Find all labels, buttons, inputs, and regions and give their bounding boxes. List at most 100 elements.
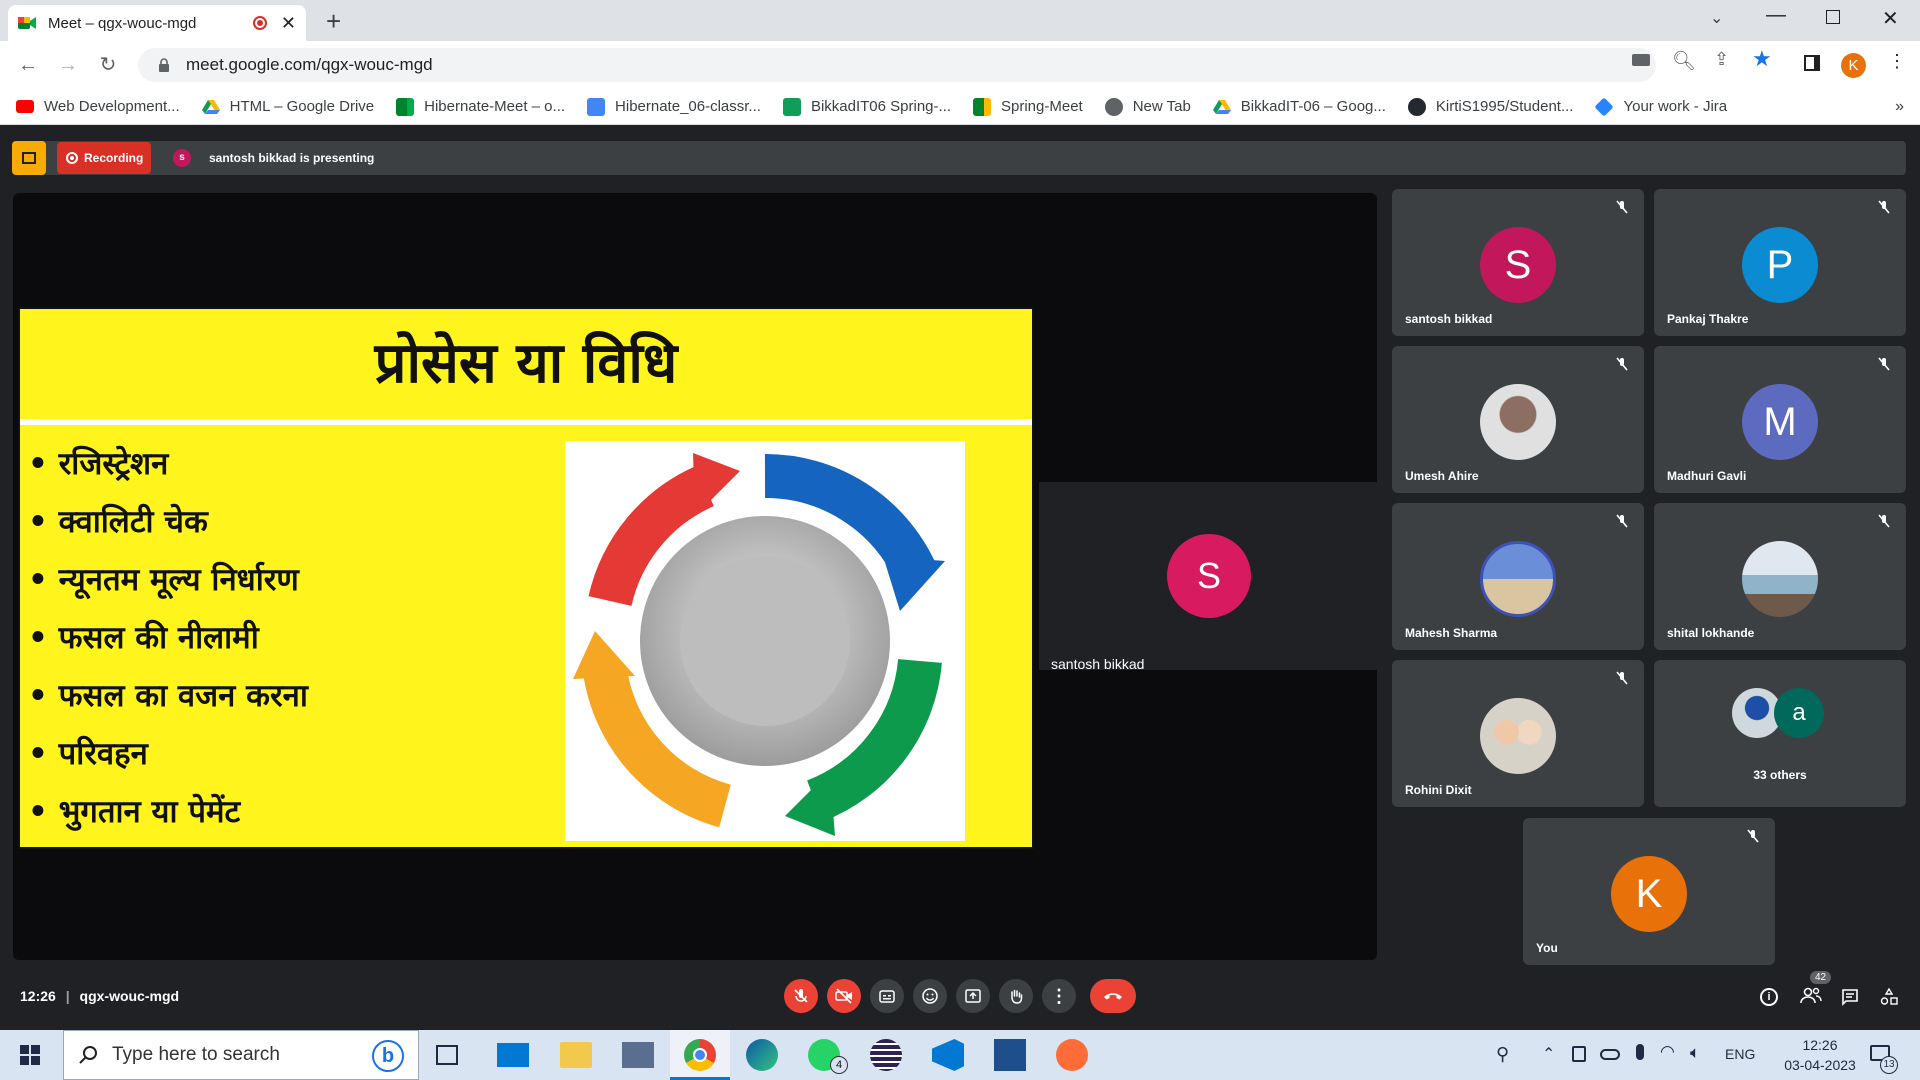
onedrive-icon[interactable]: [1600, 1049, 1620, 1060]
camera-permission-icon[interactable]: [1632, 54, 1650, 66]
participant-photo: [1742, 541, 1818, 617]
bookmarks-overflow-icon[interactable]: »: [1895, 98, 1904, 116]
clock-time: 12:26: [1802, 1037, 1838, 1053]
camera-toggle-button[interactable]: [827, 979, 861, 1013]
bookmark-item[interactable]: Web Development...: [16, 98, 180, 115]
bookmark-item[interactable]: Hibernate-Meet – o...: [396, 97, 565, 116]
volume-icon[interactable]: 🔈︎: [1690, 1043, 1700, 1063]
activities-button[interactable]: [1880, 987, 1898, 1011]
separator: |: [65, 988, 70, 1004]
close-window-button[interactable]: ✕: [1882, 6, 1899, 31]
slide-bullet: • परिवहन: [28, 736, 148, 772]
leave-call-button[interactable]: [1090, 979, 1136, 1013]
file-explorer-icon[interactable]: [560, 1042, 592, 1068]
self-name: You: [1536, 941, 1558, 955]
edge-icon[interactable]: [746, 1039, 778, 1071]
bookmark-item[interactable]: New Tab: [1104, 97, 1191, 116]
participant-name: Madhuri Gavli: [1667, 469, 1747, 483]
muted-mic-icon: [1878, 200, 1890, 214]
raise-hand-button[interactable]: [999, 979, 1033, 1013]
recording-badge[interactable]: Recording: [57, 142, 151, 174]
back-button[interactable]: ←: [16, 53, 40, 77]
others-tile[interactable]: a 33 others: [1654, 660, 1906, 807]
eclipse-icon[interactable]: [870, 1039, 902, 1071]
chat-button[interactable]: [1841, 988, 1859, 1011]
bing-icon[interactable]: b: [372, 1040, 404, 1072]
tray-overflow-icon[interactable]: ⌃: [1542, 1044, 1555, 1064]
slide-title: प्रोसेस या विधि: [374, 331, 678, 396]
participant-tile[interactable]: Umesh Ahire: [1392, 346, 1644, 493]
github-icon: [1407, 97, 1426, 116]
self-tile[interactable]: K You: [1523, 818, 1775, 965]
slide-bullet: • क्वालिटी चेक: [28, 504, 208, 540]
participant-tile[interactable]: S santosh bikkad: [1392, 189, 1644, 336]
reactions-button[interactable]: [913, 979, 947, 1013]
microphone-tray-icon[interactable]: [1636, 1044, 1644, 1060]
more-vert-icon: ⋮: [1050, 985, 1068, 1006]
windows-taskbar: Type here to search b 4 ⚲ ⌃ ◠ 🔈︎ ENG 12:…: [0, 1030, 1920, 1080]
participant-tile[interactable]: P Pankaj Thakre: [1654, 189, 1906, 336]
language-indicator[interactable]: ENG: [1725, 1046, 1755, 1062]
address-bar[interactable]: meet.google.com/qgx-wouc-mgd: [138, 48, 1656, 82]
participant-tile[interactable]: shital lokhande: [1654, 503, 1906, 650]
muted-mic-icon: [1747, 829, 1759, 843]
vscode-icon[interactable]: [932, 1039, 964, 1071]
close-tab-icon[interactable]: ✕: [281, 13, 296, 34]
clock[interactable]: 12:26 03-04-2023: [1775, 1035, 1865, 1075]
windows-start-icon[interactable]: [20, 1045, 40, 1065]
share-icon[interactable]: ⇪: [1714, 49, 1729, 70]
menu-kebab-icon[interactable]: ⋮: [1888, 51, 1906, 72]
taskbar-search[interactable]: Type here to search b: [63, 1030, 419, 1080]
zoom-icon[interactable]: 🔍︎: [1672, 49, 1696, 73]
participant-tile[interactable]: Mahesh Sharma: [1392, 503, 1644, 650]
task-view-icon[interactable]: [436, 1045, 458, 1065]
participant-tile[interactable]: M Madhuri Gavli: [1654, 346, 1906, 493]
present-screen-icon: [965, 989, 981, 1003]
tab-search-icon[interactable]: ⌄: [1710, 8, 1723, 28]
bookmark-item[interactable]: BikkadIT06 Spring-...: [782, 97, 951, 116]
muted-mic-icon: [1616, 357, 1628, 371]
slide-bullet: • न्यूनतम मूल्य निर्धारण: [28, 562, 299, 598]
slide-bullet: • रजिस्ट्रेशन: [28, 446, 169, 482]
presenter-tile[interactable]: S santosh bikkad: [1039, 482, 1377, 672]
bookmark-star-icon[interactable]: ★: [1752, 46, 1772, 72]
mic-toggle-button[interactable]: [784, 979, 818, 1013]
bookmark-item[interactable]: Spring-Meet: [973, 97, 1083, 116]
meeting-info-icon[interactable]: i: [1760, 988, 1778, 1006]
meeting-time: 12:26: [20, 988, 56, 1004]
participant-tile[interactable]: Rohini Dixit: [1392, 660, 1644, 807]
search-icon: [79, 1046, 97, 1064]
wifi-icon[interactable]: ◠: [1660, 1042, 1675, 1062]
app-icon[interactable]: [994, 1039, 1026, 1071]
forward-button[interactable]: →: [56, 53, 80, 77]
mail-icon[interactable]: [497, 1043, 529, 1067]
slide-bullet: • फसल का वजन करना: [28, 678, 308, 714]
bookmark-item[interactable]: BikkadIT-06 – Goog...: [1212, 98, 1386, 116]
people-button[interactable]: [1800, 986, 1824, 1008]
postman-icon[interactable]: [1056, 1039, 1088, 1071]
tab-strip: Meet – qgx-wouc-mgd ✕ + ⌄ — ✕: [0, 0, 1920, 41]
more-options-button[interactable]: ⋮: [1042, 979, 1076, 1013]
network-app-icon[interactable]: [622, 1042, 654, 1068]
bookmarks-bar: Web Development... HTML – Google Drive H…: [0, 89, 1920, 125]
maximize-button[interactable]: [1826, 10, 1840, 24]
tab-meet[interactable]: Meet – qgx-wouc-mgd ✕: [8, 5, 306, 41]
bookmark-item[interactable]: Hibernate_06-classr...: [587, 97, 761, 116]
new-tab-button[interactable]: +: [326, 6, 341, 37]
bookmark-item[interactable]: HTML – Google Drive: [201, 98, 374, 116]
reload-button[interactable]: ↻: [96, 53, 120, 77]
participant-name: Umesh Ahire: [1405, 469, 1479, 483]
profile-avatar[interactable]: K: [1841, 53, 1866, 78]
tray-app-icon[interactable]: [1572, 1046, 1586, 1062]
chrome-icon[interactable]: [684, 1039, 716, 1071]
people-tray-icon[interactable]: ⚲: [1496, 1044, 1509, 1065]
bookmark-item[interactable]: KirtiS1995/Student...: [1407, 97, 1573, 116]
presentation-icon[interactable]: [12, 141, 46, 175]
minimize-button[interactable]: —: [1766, 4, 1786, 27]
captions-button[interactable]: [870, 979, 904, 1013]
camera-off-icon: [835, 988, 852, 1004]
bookmark-item[interactable]: Your work - Jira: [1594, 96, 1727, 117]
present-button[interactable]: [956, 979, 990, 1013]
google-drive-icon: [1212, 99, 1231, 114]
side-panel-icon[interactable]: [1804, 55, 1820, 71]
